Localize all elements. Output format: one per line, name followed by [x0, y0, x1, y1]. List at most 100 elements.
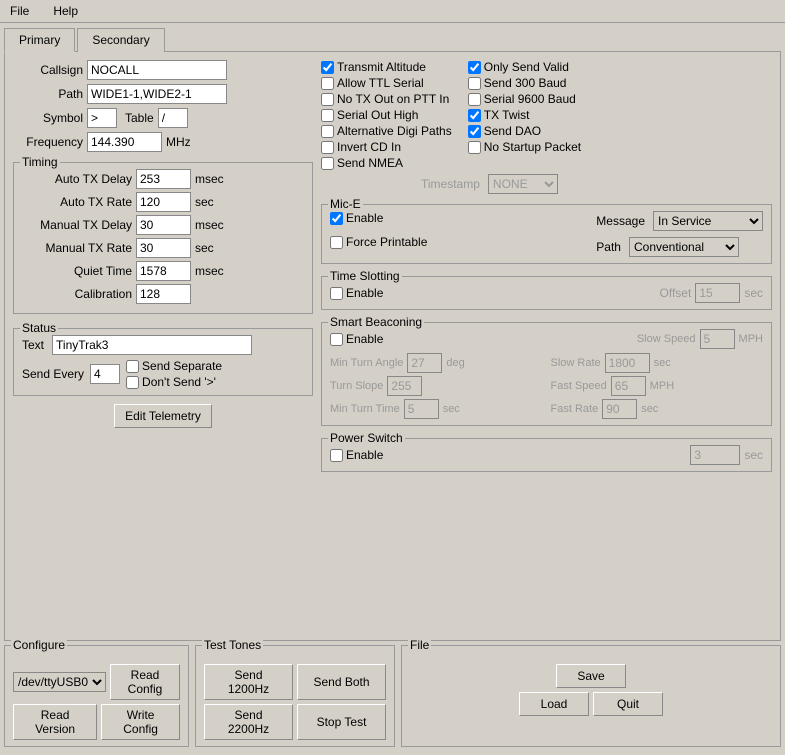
mic-e-enable-checkbox[interactable]	[330, 212, 343, 225]
power-unit: sec	[744, 448, 763, 462]
manual-tx-rate-row: Manual TX Rate sec	[22, 238, 304, 258]
cb-send-nmea: Send NMEA	[321, 156, 452, 170]
read-config-button[interactable]: Read Config	[110, 664, 180, 700]
cb-transmit-altitude: Transmit Altitude	[321, 60, 452, 74]
port-select[interactable]: /dev/ttyUSB0 /dev/ttyUSB1 COM1 COM2	[13, 672, 106, 692]
tx-twist-checkbox[interactable]	[468, 109, 481, 122]
menubar: File Help	[0, 0, 785, 23]
test-tones-section: Test Tones Send 1200Hz Send Both Send 22…	[195, 645, 395, 747]
mic-e-left: Enable Force Printable	[330, 211, 427, 249]
fast-rate-input[interactable]	[602, 399, 637, 419]
callsign-input[interactable]	[87, 60, 227, 80]
read-version-button[interactable]: Read Version	[13, 704, 97, 740]
alt-digi-paths-label: Alternative Digi Paths	[337, 124, 452, 138]
menu-file[interactable]: File	[4, 2, 35, 20]
min-turn-angle-input[interactable]	[407, 353, 442, 373]
no-tx-out-label: No TX Out on PTT In	[337, 92, 449, 106]
dont-send-checkbox[interactable]	[126, 376, 139, 389]
offset-input[interactable]	[695, 283, 740, 303]
slow-speed-input[interactable]	[700, 329, 735, 349]
calibration-input[interactable]	[136, 284, 191, 304]
cb-only-send-valid: Only Send Valid	[468, 60, 581, 74]
cb-no-startup-packet: No Startup Packet	[468, 140, 581, 154]
bottom-area: Configure /dev/ttyUSB0 /dev/ttyUSB1 COM1…	[4, 645, 781, 747]
power-value-input[interactable]	[690, 445, 740, 465]
mic-e-path-select[interactable]: Conventional Custom	[629, 237, 739, 257]
slow-rate-input[interactable]	[605, 353, 650, 373]
serial-9600-checkbox[interactable]	[468, 93, 481, 106]
symbol-input[interactable]	[87, 108, 117, 128]
min-turn-time-input[interactable]	[404, 399, 439, 419]
alt-digi-paths-checkbox[interactable]	[321, 125, 334, 138]
no-tx-out-checkbox[interactable]	[321, 93, 334, 106]
auto-tx-rate-input[interactable]	[136, 192, 191, 212]
quiet-time-input[interactable]	[136, 261, 191, 281]
fast-rate-label: Fast Rate	[551, 403, 599, 415]
power-enable-checkbox[interactable]	[330, 449, 343, 462]
no-startup-packet-checkbox[interactable]	[468, 141, 481, 154]
auto-tx-delay-label: Auto TX Delay	[22, 172, 132, 186]
serial-out-high-label: Serial Out High	[337, 108, 418, 122]
mic-e-group: Mic-E Enable Force Printable	[321, 204, 772, 264]
invert-cd-in-checkbox[interactable]	[321, 141, 334, 154]
frequency-input[interactable]	[87, 132, 162, 152]
manual-tx-delay-input[interactable]	[136, 215, 191, 235]
tab-secondary[interactable]: Secondary	[77, 28, 164, 52]
stop-test-button[interactable]: Stop Test	[297, 704, 386, 740]
send-separate-checkbox[interactable]	[126, 360, 139, 373]
send-separate-label: Send Separate	[142, 359, 222, 373]
time-slotting-enable-checkbox[interactable]	[330, 287, 343, 300]
smart-beaconing-enable-label: Enable	[346, 332, 383, 346]
path-row: Path	[13, 84, 313, 104]
power-switch-row: Enable sec	[330, 445, 763, 465]
tab-primary[interactable]: Primary	[4, 28, 75, 52]
frequency-label: Frequency	[13, 135, 83, 149]
send-300-baud-checkbox[interactable]	[468, 77, 481, 90]
time-slotting-row: Enable Offset sec	[330, 283, 763, 303]
load-button[interactable]: Load	[519, 692, 589, 716]
send-every-input[interactable]	[90, 364, 120, 384]
send-dao-checkbox[interactable]	[468, 125, 481, 138]
table-input[interactable]	[158, 108, 188, 128]
fast-speed-label: Fast Speed	[551, 380, 607, 392]
right-checks: Transmit Altitude Allow TTL Serial No TX…	[321, 60, 772, 170]
telemetry-row: Edit Telemetry	[13, 404, 313, 428]
configure-row2: Read Version Write Config	[13, 704, 180, 740]
auto-tx-delay-input[interactable]	[136, 169, 191, 189]
allow-ttl-serial-label: Allow TTL Serial	[337, 76, 424, 90]
edit-telemetry-button[interactable]: Edit Telemetry	[114, 404, 212, 428]
cb-send-dao: Send DAO	[468, 124, 581, 138]
send-both-button[interactable]: Send Both	[297, 664, 386, 700]
fast-speed-input[interactable]	[611, 376, 646, 396]
quit-button[interactable]: Quit	[593, 692, 663, 716]
force-printable-checkbox[interactable]	[330, 236, 343, 249]
manual-tx-rate-input[interactable]	[136, 238, 191, 258]
send-1200hz-button[interactable]: Send 1200Hz	[204, 664, 293, 700]
transmit-altitude-checkbox[interactable]	[321, 61, 334, 74]
save-button[interactable]: Save	[556, 664, 626, 688]
turn-slope-label: Turn Slope	[330, 380, 383, 392]
message-select[interactable]: In Service En Route In Range Returning C…	[653, 211, 763, 231]
write-config-button[interactable]: Write Config	[101, 704, 180, 740]
menu-help[interactable]: Help	[47, 2, 84, 20]
path-input[interactable]	[87, 84, 227, 104]
allow-ttl-serial-checkbox[interactable]	[321, 77, 334, 90]
status-title: Status	[20, 321, 58, 335]
smart-beaconing-enable-checkbox[interactable]	[330, 333, 343, 346]
test-tones-inner: Send 1200Hz Send Both Send 2200Hz Stop T…	[204, 664, 386, 740]
configure-inner: /dev/ttyUSB0 /dev/ttyUSB1 COM1 COM2 Read…	[13, 664, 180, 740]
turn-slope-input[interactable]	[387, 376, 422, 396]
timestamp-select[interactable]: NONE UTC DHM	[488, 174, 558, 194]
slow-speed-label: Slow Speed	[637, 333, 696, 345]
send-nmea-checkbox[interactable]	[321, 157, 334, 170]
slow-rate-label: Slow Rate	[551, 357, 601, 369]
no-startup-packet-label: No Startup Packet	[484, 140, 581, 154]
frequency-unit: MHz	[166, 135, 191, 149]
mic-e-enable-row: Enable	[330, 211, 427, 225]
callsign-label: Callsign	[13, 63, 83, 77]
send-2200hz-button[interactable]: Send 2200Hz	[204, 704, 293, 740]
status-text-input[interactable]	[52, 335, 252, 355]
serial-out-high-checkbox[interactable]	[321, 109, 334, 122]
only-send-valid-checkbox[interactable]	[468, 61, 481, 74]
manual-tx-rate-unit: sec	[195, 241, 214, 255]
